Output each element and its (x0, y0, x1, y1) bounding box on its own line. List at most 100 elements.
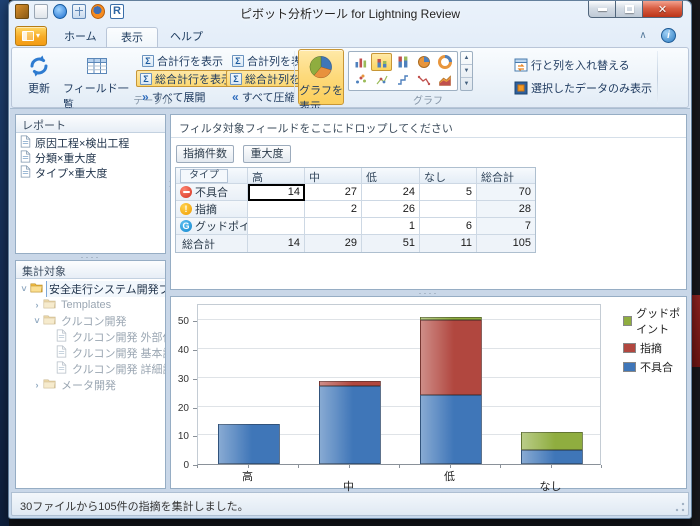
minimize-button[interactable] (588, 1, 616, 18)
area-chart-icon[interactable] (435, 71, 456, 89)
tree-item[interactable]: › メータ開発 (16, 377, 165, 393)
clustered-bar-chart-icon[interactable] (350, 53, 371, 71)
document-icon (56, 361, 70, 377)
folder-icon (30, 282, 46, 296)
row-header-1[interactable]: !指摘 (176, 201, 248, 218)
tree-expander-icon[interactable]: › (31, 380, 43, 390)
swap-rows-cols-button[interactable]: 行と列を入れ替える (510, 56, 634, 73)
gallery-more-button[interactable]: ▼ (461, 77, 472, 90)
resize-grip[interactable] (674, 501, 686, 513)
column-header-5[interactable]: 総合計 (477, 168, 535, 184)
line-chart-icon[interactable] (414, 71, 435, 89)
column-header-2[interactable]: 中 (305, 168, 362, 184)
tree-expander-icon[interactable]: ˅ (18, 284, 30, 294)
table-cell[interactable] (420, 201, 477, 218)
collapse-ribbon-button[interactable]: ∧ (636, 29, 650, 43)
tab-help[interactable]: ヘルプ (156, 27, 217, 47)
stacked-100-bar-chart-icon[interactable] (392, 53, 413, 71)
main-area: レポート 原因工程×検出工程分類×重大度タイプ×重大度 ···· 集計対象 ˅安… (10, 108, 690, 493)
tree-item[interactable]: クルコン開発 外部仕... (16, 329, 165, 345)
tree-item[interactable]: クルコン開発 詳細設... (16, 361, 165, 377)
tab-home[interactable]: ホーム (50, 27, 111, 47)
tree-item[interactable]: ˅クルコン開発 (16, 313, 165, 329)
column-header-3[interactable]: 低 (362, 168, 420, 184)
show-grand-total-rows-button[interactable]: Σ総合計行を表示 (136, 70, 236, 87)
stacked-bar-chart-icon[interactable] (371, 53, 392, 71)
bar-segment-指摘[interactable] (319, 381, 381, 387)
table-cell[interactable]: 26 (362, 201, 420, 218)
legend-label: 指摘 (640, 340, 662, 356)
bar-segment-不具合[interactable] (521, 450, 583, 464)
close-button[interactable]: ✕ (643, 1, 683, 18)
table-cell[interactable] (248, 218, 305, 235)
table-cell[interactable]: 29 (305, 235, 362, 252)
row-header-0[interactable]: 不具合 (176, 184, 248, 201)
bar-segment-不具合[interactable] (218, 424, 280, 464)
table-cell[interactable]: 70 (477, 184, 535, 201)
bar-segment-グッドポイント[interactable] (420, 317, 482, 320)
table-cell[interactable]: 11 (420, 235, 477, 252)
table-cell[interactable] (305, 218, 362, 235)
bar-segment-グッドポイント[interactable] (521, 432, 583, 449)
status-text: 30ファイルから105件の指摘を集計しました。 (20, 501, 249, 513)
tree-expander-icon[interactable]: › (31, 300, 43, 310)
gridline (198, 377, 600, 378)
application-menu-button[interactable]: ▾ (15, 26, 47, 46)
table-cell[interactable]: 1 (362, 218, 420, 235)
tree-expander-icon[interactable]: ˅ (31, 316, 43, 326)
gridline (198, 319, 600, 320)
tree-item-label: メータ開発 (59, 377, 118, 393)
row-field-button[interactable]: タイプ (180, 169, 228, 183)
bar-segment-不具合[interactable] (319, 386, 381, 464)
doughnut-chart-icon[interactable] (435, 53, 456, 71)
table-cell[interactable] (248, 201, 305, 218)
chart-legend: グッドポイント指摘不具合 (623, 305, 686, 375)
table-cell[interactable]: 7 (477, 218, 535, 235)
column-header-4[interactable]: なし (420, 168, 477, 184)
table-cell[interactable]: 14 (248, 184, 305, 201)
table-cell[interactable]: 27 (305, 184, 362, 201)
x-tick (601, 465, 602, 468)
sigma-icon: Σ (232, 55, 244, 67)
table-cell[interactable]: 6 (420, 218, 477, 235)
report-item[interactable]: タイプ×重大度 (16, 165, 165, 180)
report-label: 分類×重大度 (35, 150, 96, 166)
table-cell[interactable]: 51 (362, 235, 420, 252)
pie-chart-icon[interactable] (414, 53, 435, 71)
pie-chart-icon (308, 54, 334, 80)
row-header-3[interactable]: 総合計 (176, 235, 248, 252)
scatter-chart-icon[interactable] (350, 71, 371, 89)
table-cell[interactable]: 5 (420, 184, 477, 201)
column-header-1[interactable]: 高 (248, 168, 305, 184)
gallery-scroll-down-button[interactable]: ▼ (461, 64, 472, 77)
tree-item[interactable]: ˅安全走行システム開発プロジ... (16, 281, 165, 297)
table-cell[interactable]: 105 (477, 235, 535, 252)
table-cell[interactable]: 28 (477, 201, 535, 218)
x-tick (551, 465, 552, 468)
scatter-line-chart-icon[interactable] (371, 71, 392, 89)
bar-segment-不具合[interactable] (420, 395, 482, 464)
x-tick (349, 465, 350, 468)
tab-view[interactable]: 表示 (106, 27, 158, 47)
column-field-button[interactable]: 重大度 (243, 145, 291, 163)
titlebar[interactable]: R ピボット分析ツール for Lightning Review ✕ (9, 1, 691, 25)
row-header-2[interactable]: Gグッドポイント (176, 218, 248, 235)
report-label: タイプ×重大度 (35, 165, 107, 181)
report-item[interactable]: 分類×重大度 (16, 150, 165, 165)
show-total-rows-button[interactable]: Σ合計行を表示 (138, 52, 227, 69)
column-header-0[interactable]: タイプ (176, 168, 248, 184)
swap-rows-cols-icon (514, 58, 528, 72)
step-line-chart-icon[interactable] (392, 71, 413, 89)
report-item[interactable]: 原因工程×検出工程 (16, 135, 165, 150)
table-cell[interactable]: 24 (362, 184, 420, 201)
maximize-button[interactable] (616, 1, 643, 18)
table-cell[interactable]: 14 (248, 235, 305, 252)
help-button[interactable]: i (661, 28, 676, 43)
bar-segment-指摘[interactable] (420, 320, 482, 395)
desktop-red-window-edge (692, 295, 700, 367)
value-field-button[interactable]: 指摘件数 (176, 145, 234, 163)
table-cell[interactable]: 2 (305, 201, 362, 218)
gallery-scroll-up-button[interactable]: ▲ (461, 52, 472, 64)
tree-item[interactable]: ›Templates (16, 297, 165, 313)
tree-item[interactable]: クルコン開発 基本設... (16, 345, 165, 361)
